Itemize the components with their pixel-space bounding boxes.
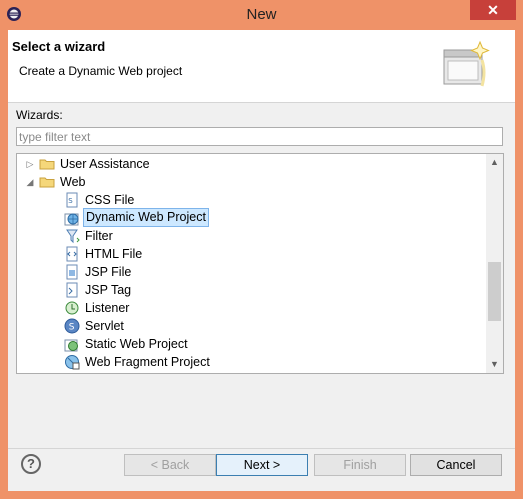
tree-item[interactable]: Filter xyxy=(17,227,477,245)
dialog-client-area: Select a wizard Create a Dynamic Web pro… xyxy=(8,30,515,491)
tree-item-label: HTML File xyxy=(85,247,143,261)
banner-title: Select a wizard xyxy=(12,39,106,54)
tree-item-label: Listener xyxy=(85,301,130,315)
servlet-icon: S xyxy=(64,318,80,334)
tree-item-label: Filter xyxy=(85,229,113,243)
filter-input[interactable] xyxy=(16,127,503,146)
tree-item-label: JSP Tag xyxy=(85,283,132,297)
tree-item-label: Web xyxy=(60,175,86,189)
tree-item[interactable]: Listener xyxy=(17,299,477,317)
wizard-banner: Select a wizard Create a Dynamic Web pro… xyxy=(8,30,515,103)
tree-item[interactable]: S Servlet xyxy=(17,317,477,335)
tree-item-label: JSP File xyxy=(85,265,132,279)
wizard-banner-icon xyxy=(443,40,490,87)
tree-item[interactable]: JSP File xyxy=(17,263,477,281)
close-button[interactable]: ✕ xyxy=(470,0,516,20)
tree-item-label: Static Web Project xyxy=(85,337,188,351)
jsp-tag-icon xyxy=(66,282,78,298)
expanded-arrow-icon[interactable]: ◢ xyxy=(25,173,35,191)
svg-text:S: S xyxy=(68,197,73,205)
css-file-icon: S xyxy=(66,192,78,208)
tree-item-label: Dynamic Web Project xyxy=(83,208,209,227)
cancel-button[interactable]: Cancel xyxy=(410,454,502,476)
tree-item[interactable]: Web Fragment Project xyxy=(17,353,477,371)
svg-text:S: S xyxy=(69,323,75,333)
tree-item[interactable]: ▷ User Assistance xyxy=(17,155,477,173)
html-file-icon xyxy=(66,246,78,262)
wizard-tree[interactable]: ▷ User Assistance ◢ Web S CSS File Dynamic Web… xyxy=(16,153,504,374)
tree-item[interactable]: JSP Tag xyxy=(17,281,477,299)
tree-item[interactable]: Static Web Project xyxy=(17,335,477,353)
finish-button[interactable]: Finish xyxy=(314,454,406,476)
next-button[interactable]: Next > xyxy=(216,454,308,476)
banner-description: Create a Dynamic Web project xyxy=(19,64,183,78)
scroll-up-arrow-icon[interactable]: ▲ xyxy=(486,154,503,171)
vertical-scrollbar[interactable]: ▲ ▼ xyxy=(486,154,503,373)
web-fragment-project-icon xyxy=(65,355,80,370)
back-button[interactable]: < Back xyxy=(124,454,216,476)
scroll-down-arrow-icon[interactable]: ▼ xyxy=(486,356,503,373)
window-title: New xyxy=(246,6,277,23)
scroll-thumb[interactable] xyxy=(488,262,501,321)
tree-item[interactable]: HTML File xyxy=(17,245,477,263)
listener-icon xyxy=(65,301,79,315)
dialog-window: New ✕ Select a wizard Create a Dynamic W… xyxy=(0,0,523,499)
collapsed-arrow-icon[interactable]: ▷ xyxy=(25,155,35,173)
folder-icon xyxy=(39,177,55,188)
tree-item[interactable]: S CSS File xyxy=(17,191,477,209)
tree-item[interactable]: ◢ Web xyxy=(17,173,477,191)
tree-item-label: CSS File xyxy=(85,193,135,207)
tree-item-label: Web Fragment Project xyxy=(85,355,210,369)
static-web-project-icon xyxy=(64,339,78,352)
filter-icon xyxy=(66,229,80,244)
tree-item-label: User Assistance xyxy=(60,157,150,171)
help-button[interactable]: ? xyxy=(21,454,41,474)
tree-item[interactable]: Dynamic Web Project xyxy=(17,208,477,227)
tree-item-label: Servlet xyxy=(85,319,124,333)
folder-icon xyxy=(39,159,55,170)
footer-separator xyxy=(8,448,515,449)
jsp-file-icon xyxy=(66,264,78,280)
title-bar[interactable]: New ✕ xyxy=(0,0,523,30)
dynamic-web-project-icon xyxy=(64,213,79,226)
wizards-label: Wizards: xyxy=(16,108,63,122)
